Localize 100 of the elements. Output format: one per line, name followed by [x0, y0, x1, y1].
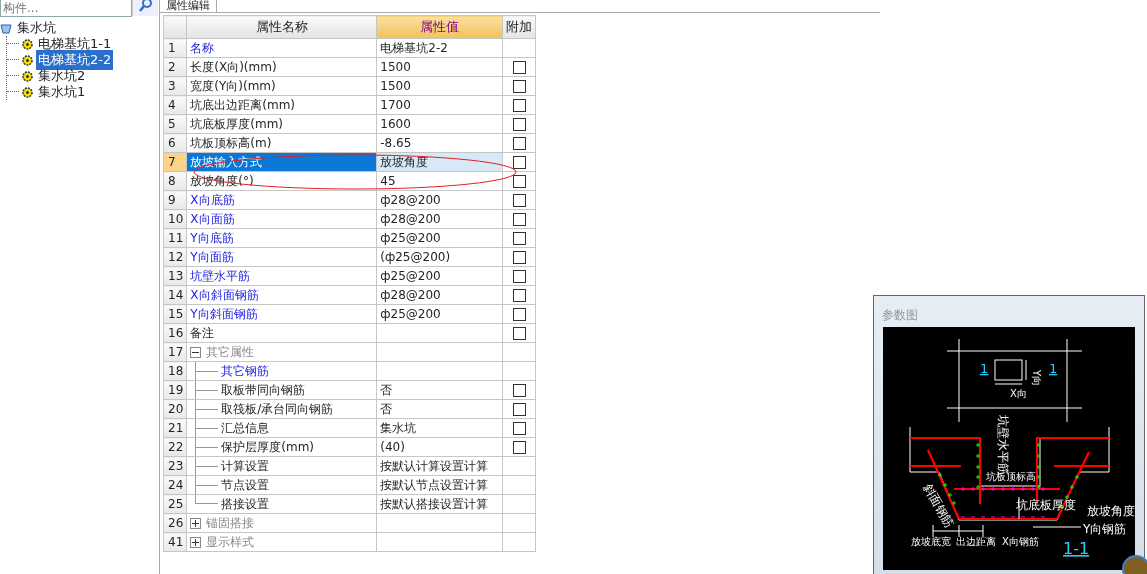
property-value[interactable]: ф25@200 — [376, 228, 503, 248]
expand-icon[interactable] — [190, 536, 202, 548]
checkbox[interactable] — [512, 194, 526, 207]
diagram-label: 出边距离 — [956, 536, 996, 547]
property-name: 坑底出边距离(mm) — [186, 95, 377, 115]
property-name: X向斜面钢筋 — [186, 285, 377, 305]
diagram-label: 1-1 — [1063, 539, 1090, 558]
property-name: 搭接设置 — [221, 496, 270, 513]
property-value[interactable]: -8.65 — [376, 133, 503, 153]
diagram-label: 斜面钢筋 — [920, 481, 957, 531]
tree-line — [195, 362, 218, 380]
property-name: 坑板顶标高(m) — [186, 133, 377, 153]
diagram-label: X向钢筋 — [1002, 536, 1039, 547]
gear-icon — [22, 38, 33, 50]
checkbox[interactable] — [512, 403, 526, 416]
property-name: Y向面筋 — [186, 247, 377, 267]
property-value[interactable]: 电梯基坑2-2 — [376, 38, 503, 58]
diagram-label: Y向 — [1031, 370, 1042, 387]
property-name: 计算设置 — [221, 458, 270, 475]
checkbox[interactable] — [512, 80, 526, 93]
panel-title: 参数图 — [881, 307, 919, 324]
property-name: 取板带同向钢筋 — [221, 382, 306, 399]
diagram-label: 1 — [980, 361, 989, 376]
property-value[interactable]: 1700 — [376, 95, 503, 115]
property-name: X向面筋 — [186, 209, 377, 229]
property-value[interactable]: 1500 — [376, 57, 503, 77]
property-value[interactable]: 1600 — [376, 114, 503, 134]
gear-icon — [22, 70, 33, 82]
property-name: 宽度(Y向)(mm) — [186, 76, 377, 96]
tree-line — [195, 400, 218, 418]
checkbox[interactable] — [512, 99, 526, 112]
property-name: 坑壁水平筋 — [186, 266, 377, 286]
property-name: 其它钢筋 — [221, 363, 270, 380]
gear-icon — [22, 54, 33, 66]
checkbox[interactable] — [512, 156, 526, 169]
property-name: 备注 — [186, 323, 377, 343]
property-name: 节点设置 — [221, 477, 270, 494]
tree-item[interactable]: 电梯基坑2-2 — [36, 50, 114, 70]
checkbox[interactable] — [512, 251, 526, 264]
diagram-label: 放坡底宽 — [911, 536, 951, 547]
property-name: X向底筋 — [186, 190, 377, 210]
checkbox[interactable] — [512, 327, 526, 340]
property-value[interactable]: 集水坑 — [376, 418, 503, 438]
checkbox[interactable] — [512, 270, 526, 283]
checkbox[interactable] — [512, 289, 526, 302]
property-value[interactable]: ф28@200 — [376, 209, 503, 229]
column-header: 属性值 — [376, 15, 503, 39]
diagram-label: 坑底板厚度 — [1016, 498, 1076, 512]
tree-line — [195, 381, 218, 399]
property-name: 取筏板/承台同向钢筋 — [221, 401, 334, 418]
property-name: 显示样式 — [206, 534, 255, 551]
search-field[interactable]: 构件... — [0, 0, 132, 17]
checkbox[interactable] — [512, 308, 526, 321]
property-value[interactable]: (40) — [376, 437, 503, 457]
checkbox[interactable] — [512, 384, 526, 397]
checkbox[interactable] — [512, 441, 526, 454]
property-value[interactable]: ф25@200 — [376, 266, 503, 286]
property-value[interactable]: 按默认节点设置计算 — [376, 475, 503, 495]
property-value[interactable]: (ф25@200) — [376, 247, 503, 267]
diagram-label: 1 — [1049, 361, 1058, 376]
property-value[interactable]: 否 — [376, 399, 503, 419]
gear-icon — [22, 86, 33, 98]
checkbox[interactable] — [512, 137, 526, 150]
checkbox[interactable] — [512, 232, 526, 245]
checkbox[interactable] — [512, 175, 526, 188]
property-name: 其它属性 — [206, 344, 255, 361]
search-icon — [138, 0, 153, 12]
diagram-label: 放坡角度 — [1087, 504, 1135, 518]
checkbox[interactable] — [512, 61, 526, 74]
property-value[interactable]: 45 — [376, 171, 503, 191]
column-header: 附加 — [502, 15, 536, 39]
property-name: 保护层厚度(mm) — [221, 439, 315, 456]
property-value[interactable]: 按默认搭接设置计算 — [376, 494, 503, 514]
app-icon — [1121, 554, 1147, 574]
diagram-label: X向 — [1010, 388, 1027, 399]
collapse-icon[interactable] — [190, 346, 202, 358]
property-value[interactable]: 否 — [376, 380, 503, 400]
tree-line — [195, 457, 218, 475]
tree-line — [195, 419, 218, 437]
expand-icon[interactable] — [190, 517, 202, 529]
header-cell — [163, 15, 187, 39]
tree-line — [195, 438, 218, 456]
column-header: 属性名称 — [186, 15, 377, 39]
property-name: Y向斜面钢筋 — [186, 304, 377, 324]
search-button[interactable] — [132, 0, 158, 16]
property-value[interactable]: 按默认计算设置计算 — [376, 456, 503, 476]
property-value[interactable]: ф25@200 — [376, 304, 503, 324]
property-name: 锚固搭接 — [206, 515, 255, 532]
property-name: 坑底板厚度(mm) — [186, 114, 377, 134]
checkbox[interactable] — [512, 118, 526, 131]
property-value[interactable]: 1500 — [376, 76, 503, 96]
diagram-label: Y向钢筋 — [1083, 522, 1127, 536]
property-name: 汇总信息 — [221, 420, 270, 437]
checkbox[interactable] — [512, 422, 526, 435]
property-name: 长度(X向)(mm) — [186, 57, 377, 77]
checkbox[interactable] — [512, 213, 526, 226]
property-name: Y向底筋 — [186, 228, 377, 248]
property-value[interactable]: ф28@200 — [376, 190, 503, 210]
property-name: 名称 — [186, 38, 377, 58]
property-value[interactable]: ф28@200 — [376, 285, 503, 305]
